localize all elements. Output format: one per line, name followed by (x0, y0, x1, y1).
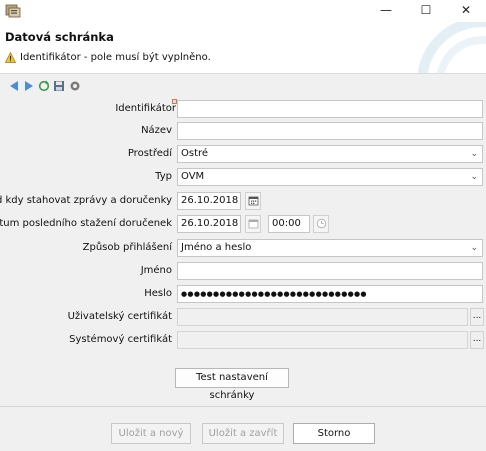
systemovy-certifikat-label: Systémový certifikát (69, 334, 172, 345)
prostredi-value: Ostré (181, 148, 209, 159)
heslo-label: Heslo (144, 288, 172, 299)
uzivatelsky-certifikat-label: Uživatelský certifikát (67, 311, 172, 322)
minimize-button[interactable]: — (366, 0, 406, 22)
dialog-window: — ☐ ✕ Datová schránka Identifikátor - po… (0, 0, 486, 451)
od-kdy-date-input[interactable]: 26.10.2018 (177, 192, 241, 210)
form-area: Identifikátor Název Prostředí Ostré ⌄ Ty… (0, 97, 486, 405)
save-icon[interactable] (53, 80, 65, 92)
systemovy-certifikat-input[interactable] (177, 331, 468, 349)
datum-posledniho-label: Datum posledního stažení doručenek (0, 218, 172, 229)
chevron-down-icon: ⌄ (470, 149, 478, 159)
nazev-input[interactable] (177, 122, 483, 140)
save-and-new-button[interactable]: Uložit a nový (111, 423, 191, 444)
maximize-button[interactable]: ☐ (406, 0, 446, 22)
heslo-input[interactable]: ●●●●●●●●●●●●●●●●●●●●●●●●●●●●● (177, 285, 483, 303)
arrow-right-icon[interactable] (23, 80, 35, 92)
validation-message: Identifikátor - pole musí být vyplněno. (20, 52, 211, 63)
browse-uzivatelsky-certifikat-button[interactable]: ... (470, 308, 484, 326)
typ-label: Typ (155, 171, 172, 182)
app-icon (5, 4, 21, 18)
clock-icon (316, 218, 326, 229)
typ-select[interactable]: OVM ⌄ (177, 168, 483, 186)
warning-icon (5, 52, 16, 63)
clock-button[interactable] (313, 215, 329, 233)
calendar-icon (248, 219, 258, 229)
identifikator-input[interactable] (177, 100, 483, 118)
prostredi-select[interactable]: Ostré ⌄ (177, 145, 483, 163)
od-kdy-label: Od kdy stahovat zprávy a doručenky (0, 195, 172, 206)
zpusob-prihlaseni-select[interactable]: Jméno a heslo ⌄ (177, 239, 483, 257)
refresh-icon[interactable] (38, 80, 50, 92)
close-button[interactable]: ✕ (446, 0, 486, 22)
jmeno-input[interactable] (177, 262, 483, 280)
browse-systemovy-certifikat-button[interactable]: ... (470, 331, 484, 349)
calendar-icon (248, 196, 258, 206)
prostredi-label: Prostředí (127, 148, 172, 159)
datum-posledniho-date-input[interactable]: 26.10.2018 (177, 215, 241, 233)
dialog-footer: Uložit a nový Uložit a zavřít Storno (0, 406, 486, 451)
chevron-down-icon: ⌄ (470, 172, 478, 182)
header-decoration (417, 22, 486, 73)
save-and-close-button[interactable]: Uložit a zavřít (202, 423, 284, 444)
dialog-title: Datová schránka (5, 30, 114, 44)
chevron-down-icon: ⌄ (470, 243, 478, 253)
zpusob-prihlaseni-value: Jméno a heslo (181, 242, 252, 253)
test-connection-button[interactable]: Test nastavení schránky (175, 368, 289, 401)
datum-posledniho-time-input[interactable]: 00:00 (268, 215, 310, 233)
typ-value: OVM (181, 171, 205, 182)
toolbar (0, 78, 486, 96)
arrow-left-icon[interactable] (8, 80, 20, 92)
zpusob-prihlaseni-label: Způsob přihlášení (82, 242, 172, 253)
identifikator-label: Identifikátor (115, 103, 176, 114)
title-bar: — ☐ ✕ (0, 0, 486, 22)
calendar-button-disabled[interactable] (245, 215, 261, 233)
cancel-button[interactable]: Storno (293, 423, 375, 444)
nazev-label: Název (141, 125, 172, 136)
jmeno-label: Jméno (140, 265, 172, 276)
dialog-header: Datová schránka Identifikátor - pole mus… (0, 22, 486, 74)
calendar-button[interactable] (245, 192, 261, 210)
uzivatelsky-certifikat-input[interactable] (177, 308, 468, 326)
settings-icon[interactable] (69, 80, 81, 92)
